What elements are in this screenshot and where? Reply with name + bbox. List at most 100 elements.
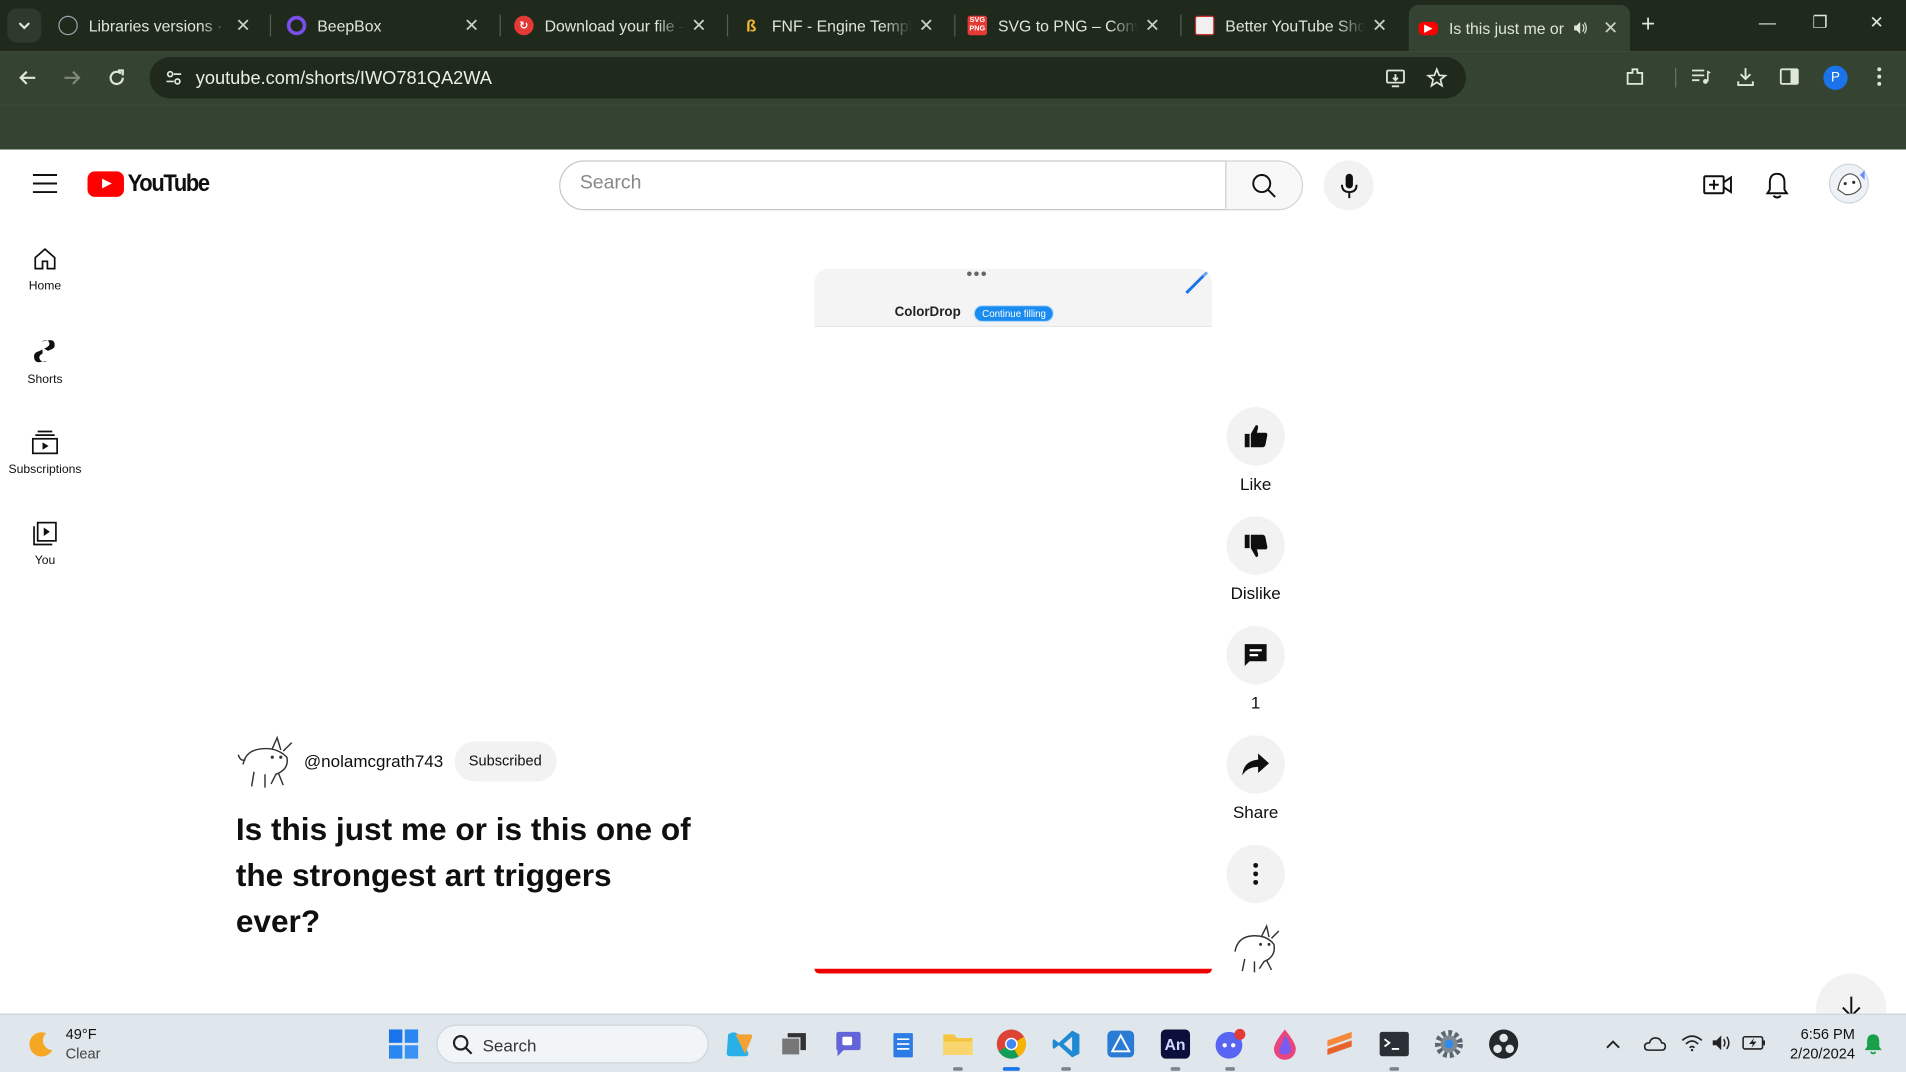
subscribed-button[interactable]: Subscribed — [454, 740, 557, 781]
comments-button[interactable] — [1226, 625, 1285, 685]
task-view-icon[interactable] — [777, 1027, 811, 1061]
download-site-icon: ↻ — [514, 15, 534, 36]
reload-button[interactable] — [105, 66, 129, 90]
terminal-app-icon[interactable] — [1377, 1027, 1411, 1071]
file-explorer-icon[interactable] — [941, 1027, 975, 1071]
back-button[interactable] — [16, 66, 40, 90]
wifi-icon[interactable] — [1681, 1034, 1703, 1052]
close-tab-icon[interactable]: ✕ — [233, 15, 252, 37]
affinity-app-icon[interactable] — [1104, 1027, 1138, 1061]
search-box — [559, 160, 1227, 211]
url-path: /shorts/IWO781QA2WA — [300, 68, 492, 89]
notifications-bell-icon[interactable] — [1765, 171, 1789, 200]
search-icon — [452, 1035, 473, 1055]
restore-icon[interactable]: ❐ — [1812, 12, 1827, 33]
search-input[interactable] — [579, 172, 1188, 195]
guide-item-shorts[interactable]: Shorts — [0, 338, 90, 387]
media-control-icon[interactable] — [1690, 66, 1712, 88]
battery-charging-icon[interactable] — [1742, 1034, 1766, 1051]
brush-icon — [1185, 271, 1209, 294]
close-tab-icon[interactable]: ✕ — [917, 15, 936, 37]
extensions-icon[interactable] — [1624, 66, 1646, 88]
volume-icon[interactable] — [1712, 1034, 1734, 1051]
share-button[interactable] — [1226, 735, 1285, 794]
channel-avatar[interactable] — [236, 730, 297, 791]
account-avatar[interactable] — [1828, 163, 1869, 204]
browser-tab[interactable]: SVG PNG SVG to PNG – Conve ✕ — [958, 7, 1172, 43]
speaker-icon[interactable] — [1572, 19, 1589, 36]
close-tab-icon[interactable]: ✕ — [1370, 15, 1389, 37]
search-button[interactable] — [1225, 160, 1304, 211]
windows-logo-icon — [388, 1029, 419, 1059]
downloads-icon[interactable] — [1735, 66, 1757, 88]
weather-desc: Clear — [65, 1045, 101, 1063]
create-video-icon[interactable] — [1703, 174, 1732, 196]
chevron-up-icon[interactable] — [1605, 1038, 1622, 1050]
forward-button[interactable] — [60, 66, 84, 90]
copilot-app-icon[interactable] — [722, 1027, 756, 1061]
guide-item-subscriptions[interactable]: Subscriptions — [0, 430, 90, 476]
sublime-app-icon[interactable] — [1323, 1027, 1357, 1061]
browser-tab[interactable]: Libraries versions · Sh ✕ — [49, 7, 263, 43]
browser-tab[interactable]: ↻ Download your file – ✕ — [504, 7, 718, 43]
dislike-label: Dislike — [1230, 583, 1281, 603]
start-button[interactable] — [387, 1027, 421, 1061]
teams-chat-icon[interactable] — [831, 1027, 865, 1061]
minimize-icon[interactable]: — — [1759, 12, 1776, 31]
youtube-logo[interactable]: YouTube — [87, 170, 218, 198]
chrome-app-icon[interactable] — [994, 1027, 1028, 1071]
video-progress-bar[interactable] — [814, 968, 1212, 974]
obs-app-icon[interactable] — [1487, 1027, 1521, 1061]
discord-app-icon[interactable] — [1213, 1027, 1247, 1071]
tab-separator — [954, 14, 956, 37]
youtube-icon: ▶ — [1418, 21, 1439, 35]
voice-search-button[interactable] — [1323, 160, 1374, 211]
notepad-app-icon[interactable] — [886, 1027, 920, 1061]
channel-handle[interactable]: @nolamcgrath743 — [304, 751, 443, 770]
bookmark-star-icon[interactable] — [1426, 66, 1448, 89]
color-app-icon[interactable] — [1268, 1027, 1302, 1061]
menu-icon[interactable] — [32, 174, 58, 194]
channel-thumbnail-icon[interactable] — [1228, 920, 1284, 976]
dislike-button[interactable] — [1226, 516, 1285, 575]
animate-app-icon[interactable]: An — [1158, 1027, 1192, 1071]
close-tab-icon[interactable]: ✕ — [1143, 15, 1162, 37]
more-options-button[interactable] — [1226, 844, 1285, 904]
notification-bell-icon[interactable] — [1863, 1033, 1882, 1055]
close-tab-icon[interactable]: ✕ — [689, 15, 708, 37]
vscode-app-icon[interactable] — [1049, 1027, 1083, 1071]
side-panel-icon[interactable] — [1778, 66, 1800, 88]
onedrive-cloud-icon[interactable] — [1642, 1034, 1667, 1051]
close-tab-icon[interactable]: ✕ — [1601, 17, 1620, 39]
guide-item-home[interactable]: Home — [0, 247, 90, 293]
close-window-icon[interactable]: ✕ — [1870, 12, 1884, 33]
weather-widget[interactable]: 49°F Clear — [27, 1025, 101, 1064]
shorts-icon — [34, 340, 55, 363]
thumbs-up-icon — [1244, 425, 1268, 448]
taskbar-search[interactable]: Search — [436, 1024, 709, 1064]
guide-item-you[interactable]: You — [0, 521, 90, 568]
install-app-icon[interactable] — [1385, 67, 1407, 89]
browser-tab-active[interactable]: ▶ Is this just me or ✕ — [1408, 4, 1631, 52]
settings-app-icon[interactable] — [1432, 1027, 1466, 1061]
guide-label: You — [34, 554, 56, 568]
arrow-left-icon — [19, 70, 36, 85]
browser-tab[interactable]: ß FNF - Engine Templat ✕ — [732, 7, 946, 43]
tab-title: SVG to PNG – Conve — [997, 16, 1138, 35]
profile-avatar[interactable]: P — [1823, 65, 1848, 90]
address-bar[interactable]: youtube.com/shorts/IWO781QA2WA — [149, 57, 1466, 99]
browser-tab[interactable]: Better YouTube Shor ✕ — [1185, 7, 1399, 43]
like-button[interactable] — [1226, 407, 1285, 466]
site-info-icon[interactable] — [164, 68, 183, 87]
browser-tab[interactable]: BeepBox ✕ — [277, 7, 491, 43]
new-tab-button[interactable]: + — [1641, 12, 1655, 36]
dislike-action: Dislike — [1225, 516, 1286, 603]
github-icon — [58, 15, 78, 36]
shorts-video-player[interactable]: ••• ColorDrop Continue filling — [814, 268, 1212, 974]
tab-search-button[interactable] — [7, 8, 42, 43]
running-indicator — [1170, 1067, 1181, 1071]
more-vert-icon[interactable] — [1872, 66, 1887, 88]
close-tab-icon[interactable]: ✕ — [462, 15, 481, 37]
weather-temp: 49°F — [65, 1025, 97, 1043]
system-clock[interactable]: 6:56 PM 2/20/2024 — [1782, 1025, 1855, 1064]
